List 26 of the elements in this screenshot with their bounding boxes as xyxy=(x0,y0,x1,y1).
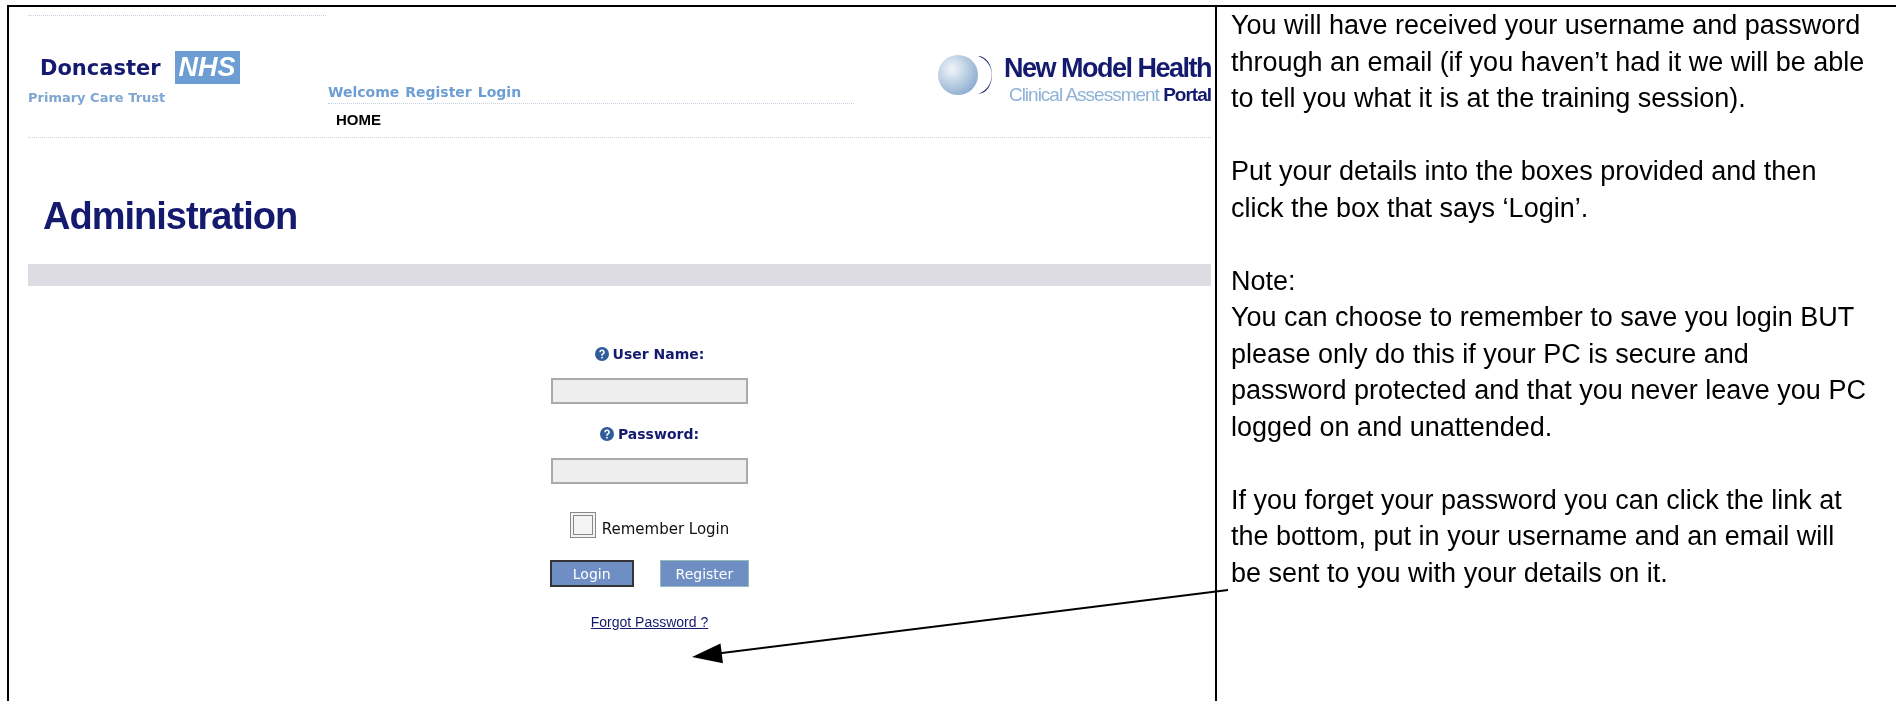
register-button[interactable]: Register xyxy=(659,560,750,587)
instruction-text: You will have received your username and password through an email (if you haven’t had it we will be able to tell you what it is at the training session). xyxy=(1231,9,1866,115)
top-link[interactable]: Login xyxy=(477,84,522,100)
org-subtitle: Primary Care Trust xyxy=(28,90,167,105)
remember-checkbox[interactable] xyxy=(569,512,596,538)
org-name: Doncaster xyxy=(40,55,161,80)
nhs-badge: NHS xyxy=(174,51,240,84)
top-link[interactable]: Register xyxy=(405,84,472,100)
remember-label: Remember Login xyxy=(601,520,730,538)
username-field[interactable] xyxy=(551,378,748,404)
field-label: User Name: xyxy=(612,346,705,362)
instruction-text: Put your details into the boxes provided and then click the box that says ‘Login’. xyxy=(1231,155,1818,225)
nav-link[interactable]: HOME xyxy=(336,111,381,128)
brand-tagline: Clinical Assessment Portal xyxy=(1008,84,1211,106)
top-link[interactable]: Welcome xyxy=(328,84,400,100)
instruction-text: You can choose to remember to save you login BUT please only do this if your PC is secure and password protected and that you never leave you PC logged on and unattended. xyxy=(1231,301,1867,444)
login-button[interactable]: Login xyxy=(549,560,634,587)
forgot-password-link[interactable]: Forgot Password ? xyxy=(590,614,709,630)
help-icon[interactable] xyxy=(594,347,609,361)
field-label: Password: xyxy=(617,426,700,442)
brand-name: New Model Health xyxy=(1003,52,1211,84)
page-title: Administration xyxy=(43,196,299,236)
instruction-text: Note: xyxy=(1231,264,1297,298)
instruction-text: If you forget your password you can click the link at the bottom, put in your username and an email will be sent to you with your details on it. xyxy=(1231,483,1843,590)
password-field[interactable] xyxy=(551,458,748,484)
help-icon[interactable] xyxy=(599,427,614,441)
